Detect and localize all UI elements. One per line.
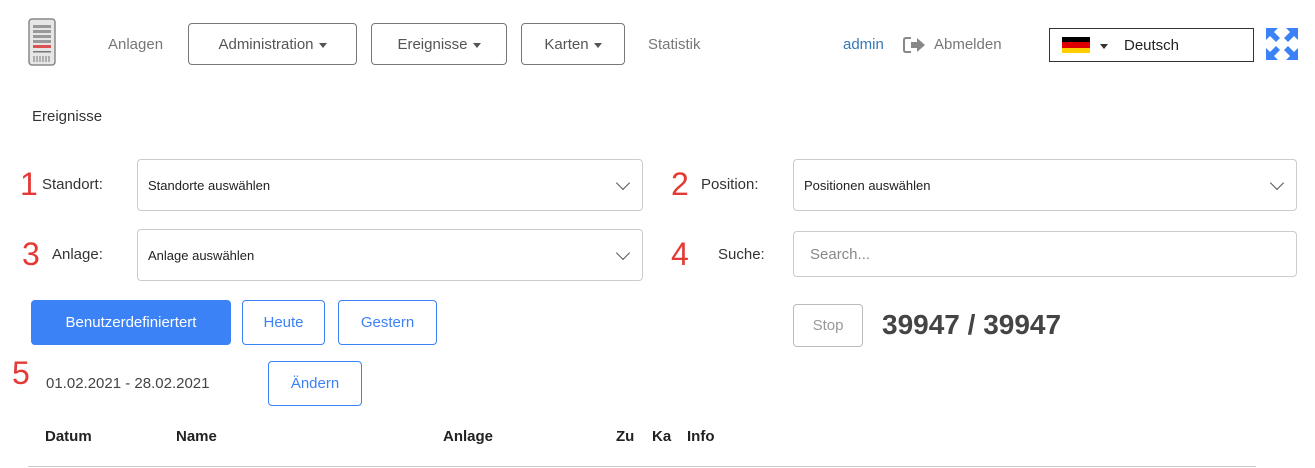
event-counter: 39947 / 39947 <box>882 309 1062 340</box>
annotation-marker-2: 2 <box>671 166 689 202</box>
standort-select[interactable]: Standorte auswählen <box>137 159 643 211</box>
caret-down-icon <box>593 42 602 48</box>
standort-label: Standort: <box>42 176 103 193</box>
anlage-select[interactable]: Anlage auswählen <box>137 229 643 281</box>
nav-statistik[interactable]: Statistik <box>648 36 701 53</box>
caret-down-icon <box>1100 43 1108 49</box>
column-header-ka[interactable]: Ka <box>652 428 671 445</box>
nav-karten-label: Karten <box>544 35 589 53</box>
page-title: Ereignisse <box>32 108 103 125</box>
date-range-text: 01.02.2021 - 28.02.2021 <box>46 375 210 392</box>
column-header-anlage[interactable]: Anlage <box>443 428 493 445</box>
anlage-label: Anlage: <box>52 246 103 263</box>
change-date-button[interactable]: Ändern <box>268 361 362 406</box>
annotation-marker-1: 1 <box>20 166 38 202</box>
today-button[interactable]: Heute <box>242 300 325 345</box>
chevron-down-icon <box>615 175 631 191</box>
nav-karten-dropdown[interactable]: Karten <box>521 23 625 65</box>
sign-out-icon[interactable] <box>903 36 927 54</box>
position-value: Positionen auswählen <box>804 177 931 193</box>
column-header-datum[interactable]: Datum <box>45 428 92 445</box>
nav-ereignisse-label: Ereignisse <box>397 35 468 53</box>
caret-down-icon <box>472 42 481 48</box>
expand-arrows-icon[interactable] <box>1265 27 1299 61</box>
position-label: Position: <box>701 176 759 193</box>
annotation-marker-4: 4 <box>671 236 689 272</box>
search-input[interactable] <box>793 231 1297 277</box>
chevron-down-icon <box>1269 175 1285 191</box>
annotation-marker-3: 3 <box>22 236 40 272</box>
german-flag-icon <box>1062 37 1090 53</box>
logout-link[interactable]: Abmelden <box>934 36 1002 53</box>
suche-label: Suche: <box>718 246 765 263</box>
language-select[interactable]: Deutsch <box>1049 28 1254 62</box>
column-header-zu[interactable]: Zu <box>616 428 634 445</box>
user-link[interactable]: admin <box>843 36 884 53</box>
column-header-name[interactable]: Name <box>176 428 217 445</box>
position-select[interactable]: Positionen auswählen <box>793 159 1297 211</box>
standort-value: Standorte auswählen <box>148 177 271 193</box>
nav-ereignisse-dropdown[interactable]: Ereignisse <box>371 23 507 65</box>
anlage-value: Anlage auswählen <box>148 247 255 263</box>
chevron-down-icon <box>615 245 631 261</box>
column-header-info[interactable]: Info <box>687 428 715 445</box>
table-header-divider <box>28 466 1256 467</box>
server-rack-icon[interactable] <box>28 18 56 66</box>
nav-anlagen[interactable]: Anlagen <box>108 36 163 53</box>
caret-down-icon <box>318 42 327 48</box>
custom-range-button[interactable]: Benutzerdefiniertert <box>31 300 231 345</box>
nav-administration-label: Administration <box>218 35 314 53</box>
annotation-marker-5: 5 <box>12 355 30 391</box>
yesterday-button[interactable]: Gestern <box>338 300 437 345</box>
stop-button[interactable]: Stop <box>793 304 863 347</box>
nav-administration-dropdown[interactable]: Administration <box>188 23 357 65</box>
language-label: Deutsch <box>1124 36 1180 54</box>
